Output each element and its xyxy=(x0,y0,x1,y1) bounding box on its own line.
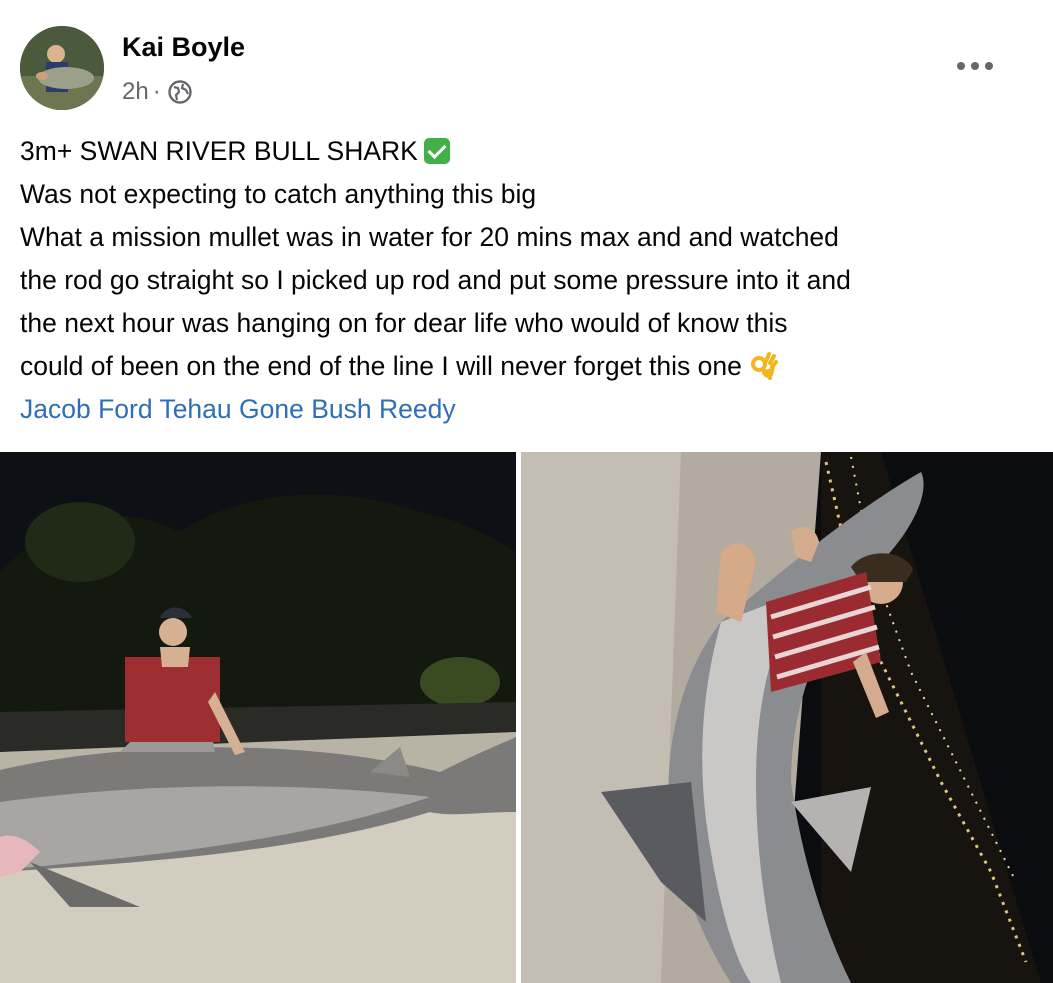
more-dot xyxy=(957,62,965,70)
tagged-people[interactable]: Jacob Ford Tehau Gone Bush Reedy xyxy=(20,388,1030,431)
more-dot xyxy=(971,62,979,70)
ok-hand-emoji xyxy=(748,351,778,381)
post-text-line: could of been on the end of the line I w… xyxy=(20,345,1030,388)
post-text-line: 3m+ SWAN RIVER BULL SHARK xyxy=(20,130,1030,173)
post-text-segment: could of been on the end of the line I w… xyxy=(20,351,742,381)
globe-icon[interactable] xyxy=(167,79,193,105)
photo-shark-held-upright[interactable] xyxy=(521,452,1053,983)
post-header: Kai Boyle 2h · xyxy=(0,0,1053,120)
photo-shark-on-beach[interactable] xyxy=(0,452,516,983)
more-dot xyxy=(985,62,993,70)
post-headline: 3m+ SWAN RIVER BULL SHARK xyxy=(20,136,418,166)
more-options-icon[interactable] xyxy=(957,54,993,78)
post-time[interactable]: 2h xyxy=(122,78,149,106)
tagged-people-link[interactable]: Jacob Ford Tehau Gone Bush Reedy xyxy=(20,394,456,424)
author-name[interactable]: Kai Boyle xyxy=(122,32,245,63)
post-text-line: the rod go straight so I picked up rod a… xyxy=(20,265,851,295)
facebook-post: Kai Boyle 2h · 3m+ SWAN RIVER BULL SHARK… xyxy=(0,0,1053,983)
post-meta: 2h · xyxy=(122,78,193,106)
post-text-line: What a mission mullet was in water for 2… xyxy=(20,222,839,252)
photo-grid xyxy=(0,452,1053,983)
post-text-line: Was not expecting to catch anything this… xyxy=(20,179,537,209)
avatar[interactable] xyxy=(20,26,104,110)
meta-separator: · xyxy=(152,78,161,105)
post-text-line: the next hour was hanging on for dear li… xyxy=(20,308,788,338)
post-text: 3m+ SWAN RIVER BULL SHARK Was not expect… xyxy=(20,130,1030,431)
check-mark-button-emoji xyxy=(423,138,450,164)
